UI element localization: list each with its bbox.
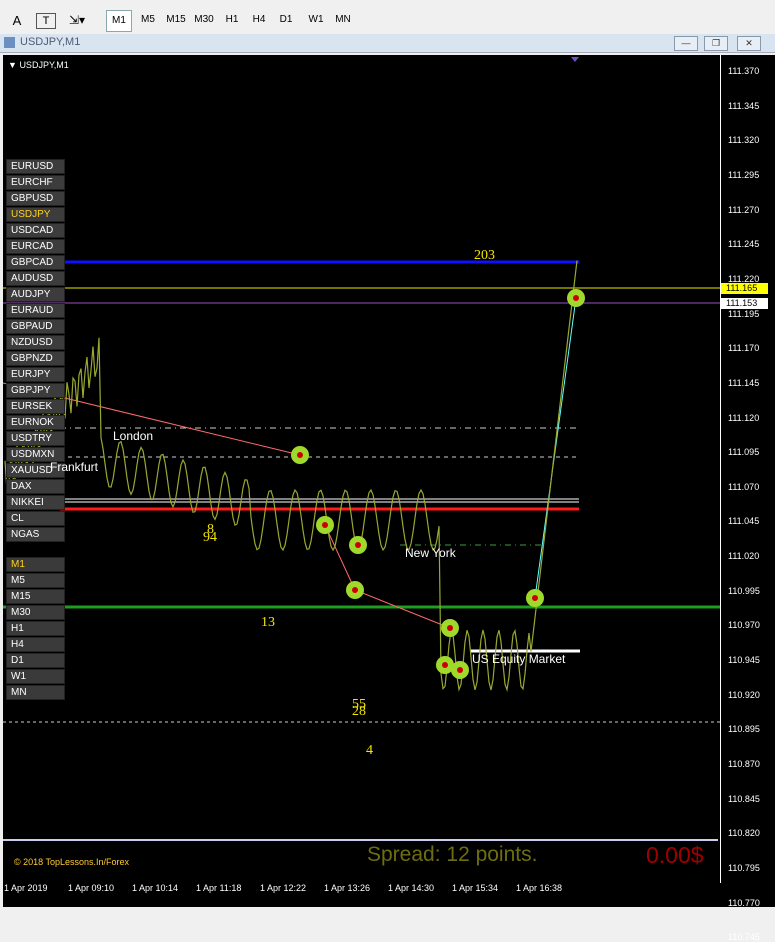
annotation-new-york: New York: [405, 546, 456, 560]
trade-marker-center: [352, 587, 358, 593]
chart-timeframe-button-d1[interactable]: D1: [6, 653, 65, 668]
price-series-line: [4, 260, 578, 692]
trade-marker-center: [457, 667, 463, 673]
symbol-button-eurcad[interactable]: EURCAD: [6, 239, 65, 254]
symbol-button-eursek[interactable]: EURSEK: [6, 399, 65, 414]
annotation-4: 4: [366, 743, 373, 758]
dropdown-triangle-icon[interactable]: ▼: [8, 60, 17, 70]
price-label: 111.120: [728, 412, 760, 423]
time-label: 1 Apr 13:26: [324, 883, 371, 893]
trade-marker-center: [573, 295, 579, 301]
chart-symbol-label: ▼ USDJPY,M1: [8, 60, 69, 70]
trade-marker-center: [532, 595, 538, 601]
price-label: 111.145: [728, 377, 760, 388]
chart-timeframe-button-m1[interactable]: M1: [6, 557, 65, 572]
price-label: 110.845: [728, 793, 760, 804]
chart-timeframe-button-h4[interactable]: H4: [6, 637, 65, 652]
symbol-button-gbpnzd[interactable]: GBPNZD: [6, 351, 65, 366]
annotation-94: 94: [203, 530, 217, 545]
price-label: 110.820: [728, 828, 760, 839]
symbol-button-audjpy[interactable]: AUDJPY: [6, 287, 65, 302]
price-label: 110.970: [728, 620, 760, 631]
price-label: 110.895: [728, 724, 760, 735]
symbol-button-nzdusd[interactable]: NZDUSD: [6, 335, 65, 350]
copyright-text: © 2018 TopLessons.In/Forex: [14, 857, 130, 867]
price-label: 110.920: [728, 689, 760, 700]
price-label: 111.345: [728, 100, 760, 111]
symbol-button-usdcad[interactable]: USDCAD: [6, 223, 65, 238]
trade-marker-center: [322, 522, 328, 528]
symbol-button-usdjpy[interactable]: USDJPY: [6, 207, 65, 222]
symbol-button-usdtry[interactable]: USDTRY: [6, 431, 65, 446]
annotation-203: 203: [474, 248, 495, 263]
annotation-us-equity: US Equity Market: [472, 652, 566, 666]
symbol-button-eurnok[interactable]: EURNOK: [6, 415, 65, 430]
chart-shift-marker-icon: [571, 57, 579, 62]
time-label: 1 Apr 12:22: [260, 883, 307, 893]
symbol-button-gbpjpy[interactable]: GBPJPY: [6, 383, 65, 398]
price-label: 110.870: [728, 759, 760, 769]
time-label: 1 Apr 09:10: [68, 883, 115, 893]
symbol-button-eurchf[interactable]: EURCHF: [6, 175, 65, 190]
annotation-london: London: [113, 429, 154, 443]
price-label: 111.320: [728, 135, 760, 146]
price-label: 110.995: [728, 585, 760, 596]
price-label: 111.045: [728, 516, 760, 527]
price-label: 111.270: [728, 204, 760, 215]
price-label: 110.795: [728, 862, 760, 873]
time-label: 1 Apr 10:14: [132, 883, 179, 893]
symbol-button-gbpcad[interactable]: GBPCAD: [6, 255, 65, 270]
spread-text: Spread: 12 points.: [367, 843, 538, 866]
symbol-button-ngas[interactable]: NGAS: [6, 527, 65, 542]
price-label: 111.170: [728, 343, 760, 354]
price-label: 111.195: [728, 308, 760, 319]
chart-timeframe-button-mn[interactable]: MN: [6, 685, 65, 700]
symbol-button-nikkei[interactable]: NIKKEI: [6, 495, 65, 510]
symbol-button-gbpaud[interactable]: GBPAUD: [6, 319, 65, 334]
price-label: 111.095: [728, 447, 760, 458]
price-label: 111.245: [728, 239, 760, 250]
trade-line-2: [324, 524, 451, 629]
price-label: 111.295: [728, 169, 760, 180]
time-label: 1 Apr 15:34: [452, 883, 499, 893]
chart-timeframe-button-m30[interactable]: M30: [6, 605, 65, 620]
price-label: 111.070: [728, 481, 760, 492]
symbol-button-eurusd[interactable]: EURUSD: [6, 159, 65, 174]
trade-marker-center: [447, 625, 453, 631]
trade-marker-center: [297, 452, 303, 458]
annotation-28: 28: [352, 704, 366, 719]
time-label: 1 Apr 16:38: [516, 883, 563, 893]
symbol-button-gbpusd[interactable]: GBPUSD: [6, 191, 65, 206]
trade-marker-center: [442, 662, 448, 668]
profit-text: 0.00$: [646, 842, 704, 868]
annotation-frankfurt: Frankfurt: [50, 460, 99, 474]
annotation-13: 13: [261, 615, 275, 630]
price-label: 110.745: [728, 932, 760, 942]
symbol-button-cl[interactable]: CL: [6, 511, 65, 526]
bid-price-tag: 111.153: [721, 298, 768, 309]
time-label: 1 Apr 14:30: [388, 883, 435, 893]
trade-marker-center: [355, 542, 361, 548]
time-label: 1 Apr 2019: [4, 883, 48, 893]
chart-timeframe-button-m15[interactable]: M15: [6, 589, 65, 604]
price-label: 110.945: [728, 655, 760, 666]
symbol-button-audusd[interactable]: AUDUSD: [6, 271, 65, 286]
time-label: 1 Apr 11:18: [196, 883, 242, 893]
current-price-tag: 111.165: [721, 283, 768, 294]
chart-timeframe-button-m5[interactable]: M5: [6, 573, 65, 588]
price-label: 111.370: [728, 66, 760, 76]
chart-svg: [2, 57, 720, 841]
price-label: 111.020: [728, 551, 760, 562]
chart-timeframe-button-h1[interactable]: H1: [6, 621, 65, 636]
symbol-button-dax[interactable]: DAX: [6, 479, 65, 494]
symbol-button-euraud[interactable]: EURAUD: [6, 303, 65, 318]
price-label: 110.770: [728, 897, 760, 908]
chart-timeframe-button-w1[interactable]: W1: [6, 669, 65, 684]
symbol-button-eurjpy[interactable]: EURJPY: [6, 367, 65, 382]
